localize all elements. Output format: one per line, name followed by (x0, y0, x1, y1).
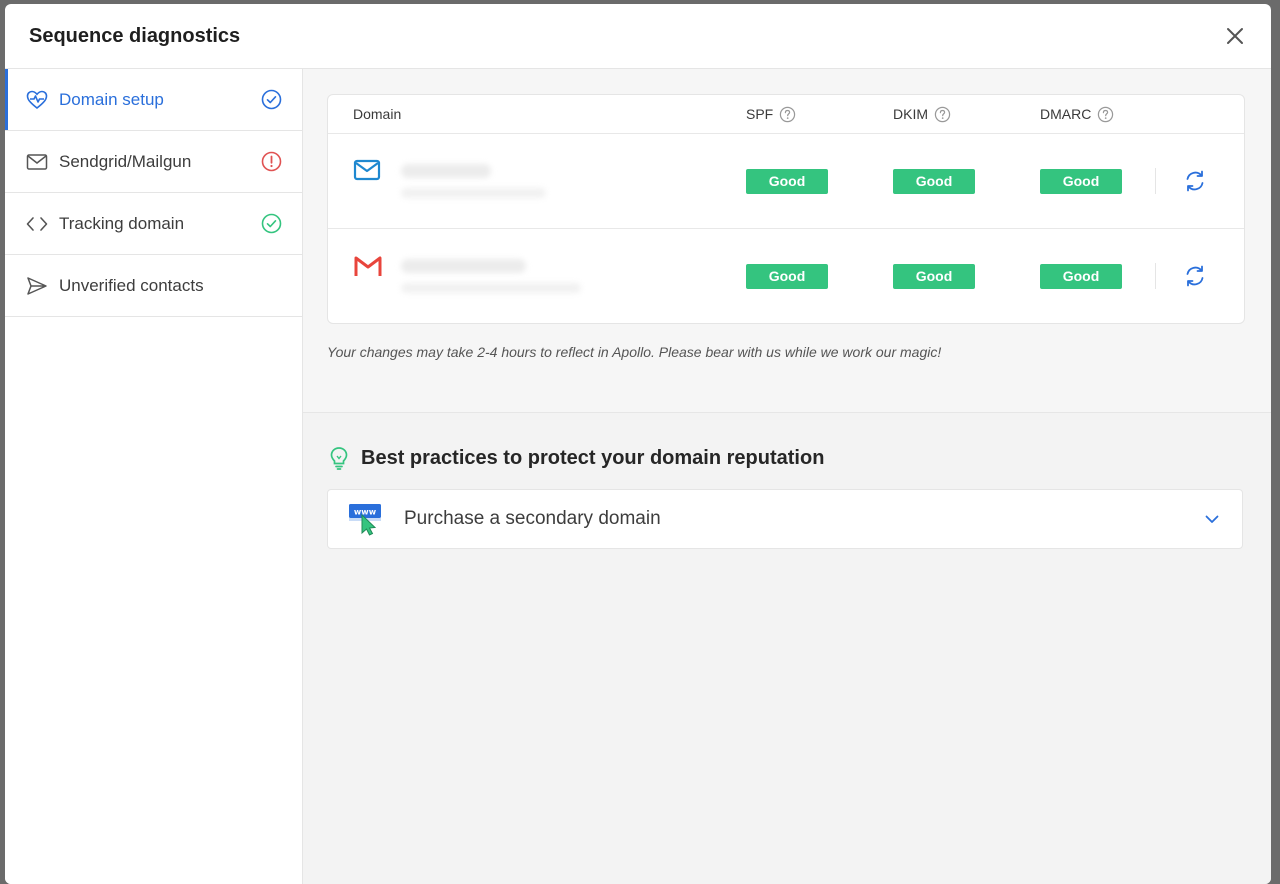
sidebar-item-label: Domain setup (59, 89, 164, 109)
gmail-icon (354, 256, 382, 276)
error-circle-icon (260, 151, 282, 173)
best-practices-title: Best practices to protect your domain re… (327, 443, 1247, 473)
propagation-note: Your changes may take 2-4 hours to refle… (327, 344, 942, 360)
header-domain: Domain (353, 106, 402, 122)
heart-pulse-icon (25, 88, 49, 112)
outlook-mail-icon (353, 159, 381, 181)
sidebar-item-label: Unverified contacts (59, 275, 204, 295)
envelope-icon (25, 150, 49, 174)
svg-text:www: www (354, 508, 377, 517)
sidebar: Domain setup Sendgrid/Mailgun Tracking d… (5, 69, 303, 884)
sidebar-item-label: Tracking domain (59, 213, 185, 233)
sidebar-item-unverified-contacts[interactable]: Unverified contacts (5, 255, 302, 317)
header-dkim: DKIM (893, 106, 1040, 123)
refresh-icon[interactable] (1183, 169, 1207, 193)
main-content: Domain SPF DKIM DMARC Good Good Good Goo… (303, 69, 1271, 884)
help-icon[interactable] (1097, 106, 1114, 123)
modal-title: Sequence diagnostics (29, 24, 241, 47)
header-label: DKIM (893, 106, 928, 122)
header-label: SPF (746, 106, 774, 122)
dkim-status-badge: Good (893, 168, 975, 194)
code-icon (25, 212, 49, 236)
sidebar-item-tracking-domain[interactable]: Tracking domain (5, 193, 302, 255)
sidebar-item-domain-setup[interactable]: Domain setup (5, 69, 302, 131)
domain-cell (328, 159, 746, 198)
sidebar-item-label: Sendgrid/Mailgun (59, 151, 192, 171)
close-icon (1227, 28, 1243, 44)
help-icon[interactable] (934, 106, 951, 123)
check-circle-icon (260, 89, 282, 111)
dkim-status-badge: Good (893, 263, 975, 289)
table-row: Good Good Good (328, 134, 1244, 229)
diagnostics-modal: Sequence diagnostics Domain setup Sendgr… (5, 4, 1271, 884)
domain-panel: Domain SPF DKIM DMARC Good Good Good Goo… (303, 69, 1271, 413)
header-spf: SPF (746, 106, 893, 123)
spf-status-badge: Good (746, 263, 828, 289)
send-icon (25, 274, 49, 298)
close-button[interactable] (1223, 24, 1247, 48)
redacted-domain (401, 259, 581, 293)
chevron-down-icon[interactable] (1202, 509, 1222, 529)
best-practices-section: Best practices to protect your domain re… (303, 413, 1271, 549)
lightbulb-icon (327, 446, 351, 470)
check-circle-icon (260, 213, 282, 235)
accordion-label: Purchase a secondary domain (404, 508, 661, 529)
dmarc-status-badge: Good (1040, 168, 1122, 194)
refresh-icon[interactable] (1183, 264, 1207, 288)
domain-cell (328, 256, 746, 293)
domain-table: Domain SPF DKIM DMARC Good Good Good Goo… (327, 94, 1245, 324)
help-icon[interactable] (779, 106, 796, 123)
www-cursor-icon: www (349, 504, 381, 536)
header-dmarc: DMARC (1040, 106, 1155, 123)
section-heading: Best practices to protect your domain re… (361, 446, 825, 469)
table-header: Domain SPF DKIM DMARC (328, 95, 1244, 134)
header-label: DMARC (1040, 106, 1092, 122)
table-row: Good Good Good (328, 229, 1244, 323)
modal-header: Sequence diagnostics (5, 4, 1271, 69)
redacted-domain (401, 164, 546, 198)
accordion-secondary-domain[interactable]: www Purchase a secondary domain (327, 489, 1243, 549)
sidebar-item-sendgrid-mailgun[interactable]: Sendgrid/Mailgun (5, 131, 302, 193)
spf-status-badge: Good (746, 168, 828, 194)
dmarc-status-badge: Good (1040, 263, 1122, 289)
